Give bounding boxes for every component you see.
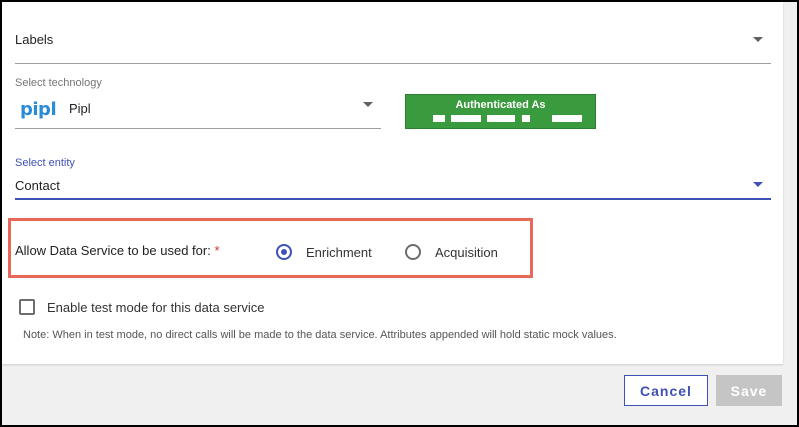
- entity-dropdown[interactable]: Contact: [15, 172, 771, 198]
- radio-enrichment-label: Enrichment: [306, 245, 372, 260]
- pipl-logo: pipl: [20, 99, 57, 120]
- labels-value: Labels: [15, 32, 54, 47]
- test-mode-note: Note: When in test mode, no direct calls…: [23, 329, 617, 341]
- checkbox-icon: [19, 299, 35, 315]
- redacted-account: [487, 115, 515, 122]
- redacted-account: [433, 115, 445, 122]
- save-button[interactable]: Save: [716, 375, 782, 406]
- labels-underline: [15, 63, 771, 64]
- radio-unchecked-icon: [405, 244, 421, 260]
- chevron-down-icon: [753, 182, 763, 187]
- chevron-down-icon: [753, 37, 763, 42]
- cancel-button[interactable]: Cancel: [624, 375, 708, 406]
- redacted-account: [552, 115, 582, 122]
- radio-dot: [281, 249, 287, 255]
- test-mode-label: Enable test mode for this data service: [47, 300, 265, 315]
- authenticated-title: Authenticated As: [455, 99, 546, 111]
- radio-checked-icon: [276, 244, 292, 260]
- entity-value: Contact: [15, 178, 60, 193]
- technology-value: Pipl: [69, 101, 91, 116]
- usage-label: Allow Data Service to be used for: *: [15, 243, 220, 258]
- technology-label: Select technology: [15, 77, 102, 89]
- redacted-account: [522, 115, 530, 122]
- data-service-form: Labels Select technology pipl Pipl Authe…: [2, 2, 783, 364]
- entity-underline: [15, 198, 771, 200]
- authenticated-badge: Authenticated As: [405, 94, 596, 129]
- technology-underline: [15, 128, 381, 129]
- entity-label: Select entity: [15, 157, 75, 169]
- test-mode-checkbox[interactable]: Enable test mode for this data service: [19, 298, 289, 318]
- redacted-account: [451, 115, 481, 122]
- usage-label-text: Allow Data Service to be used for:: [15, 243, 211, 258]
- required-mark: *: [214, 243, 220, 258]
- radio-acquisition[interactable]: Acquisition: [405, 244, 515, 264]
- radio-acquisition-label: Acquisition: [435, 245, 498, 260]
- chevron-down-icon: [363, 102, 373, 107]
- radio-enrichment[interactable]: Enrichment: [276, 244, 386, 264]
- labels-dropdown[interactable]: Labels: [2, 22, 783, 66]
